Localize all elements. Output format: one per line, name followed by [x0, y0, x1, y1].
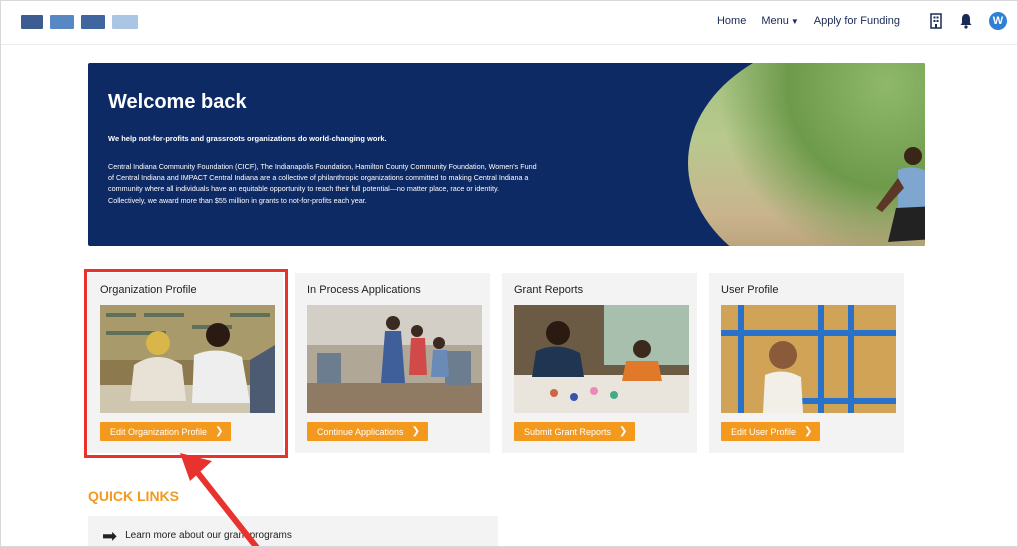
card-title: User Profile	[721, 284, 779, 296]
main-nav: Home Menu ▼ Apply for Funding W	[717, 12, 1007, 30]
card-in-process-applications: In Process Applications Continue Applica…	[295, 273, 490, 453]
card-title: Grant Reports	[514, 284, 584, 296]
indianapolis-foundation-logo	[50, 15, 74, 29]
hero-description: Central Indiana Community Foundation (CI…	[108, 162, 537, 205]
chevron-right-icon: ❯	[804, 426, 813, 437]
hero-photo-figure	[876, 147, 925, 242]
button-label: Continue Applications	[317, 426, 404, 437]
top-navigation-bar: Home Menu ▼ Apply for Funding W	[1, 1, 1017, 45]
cicf-logo	[21, 15, 43, 29]
arrow-right-icon: ➡	[102, 525, 118, 546]
chevron-right-icon: ❯	[619, 426, 628, 437]
card-photo-applications	[307, 305, 482, 413]
card-user-profile: User Profile Edit User Profile ❯	[709, 273, 904, 453]
welcome-hero-banner: Welcome back We help not-for-profits and…	[88, 63, 925, 246]
chevron-right-icon: ❯	[411, 426, 420, 437]
building-icon[interactable]	[927, 12, 945, 30]
browser-frame: Home Menu ▼ Apply for Funding W Welcome b…	[0, 0, 1018, 547]
user-avatar[interactable]: W	[989, 12, 1007, 30]
hamilton-county-logo	[81, 15, 105, 29]
quick-links-list: ➡ Learn more about our grant programs	[88, 516, 498, 546]
annotation-arrow	[180, 453, 260, 546]
nav-menu-label: Menu	[761, 15, 789, 27]
quick-links-title: QUICK LINKS	[88, 488, 179, 504]
partner-logos[interactable]	[21, 15, 138, 29]
button-label: Submit Grant Reports	[524, 426, 612, 437]
caret-down-icon: ▼	[790, 17, 799, 26]
button-label: Edit User Profile	[731, 426, 797, 437]
card-photo-grant-reports	[514, 305, 689, 413]
hero-title: Welcome back	[108, 91, 247, 113]
card-photo-user-profile	[721, 305, 896, 413]
card-title: In Process Applications	[307, 284, 421, 296]
nav-home-link[interactable]: Home	[717, 15, 746, 27]
card-grant-reports: Grant Reports Submit Grant Reports ❯	[502, 273, 697, 453]
continue-applications-button[interactable]: Continue Applications ❯	[307, 422, 428, 441]
highlight-box	[84, 269, 288, 458]
submit-grant-reports-button[interactable]: Submit Grant Reports ❯	[514, 422, 636, 441]
nav-menu-dropdown[interactable]: Menu ▼	[761, 15, 798, 27]
nav-apply-link[interactable]: Apply for Funding	[814, 15, 900, 27]
womens-fund-logo	[112, 15, 138, 29]
hero-tagline: We help not-for-profits and grassroots o…	[108, 134, 387, 143]
edit-user-profile-button[interactable]: Edit User Profile ❯	[721, 422, 821, 441]
bell-icon[interactable]	[957, 12, 975, 30]
